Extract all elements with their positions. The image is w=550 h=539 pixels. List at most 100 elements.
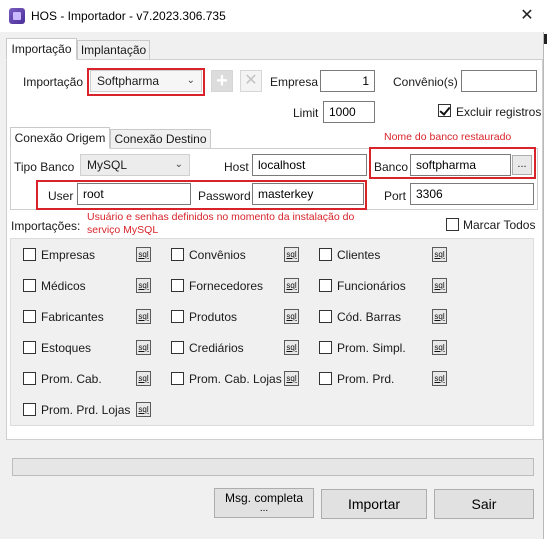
tab-implantacao[interactable]: Implantação (77, 40, 150, 60)
import-progress-bar (12, 458, 534, 476)
importacao-item-checkbox[interactable] (171, 248, 184, 261)
importacao-label: Importação (23, 75, 84, 89)
importacao-item-checkbox[interactable] (171, 372, 184, 385)
importacao-item-label: Cód. Barras (337, 310, 402, 324)
add-icon[interactable]: + (211, 70, 233, 92)
sql-icon[interactable]: sql (284, 247, 299, 262)
sql-icon[interactable]: sql (284, 278, 299, 293)
msg-completa-ellipsis: ... (259, 503, 269, 514)
importacao-item-label: Crediários (189, 341, 244, 355)
importar-button[interactable]: Importar (321, 489, 427, 519)
tipo-banco-label: Tipo Banco (14, 160, 75, 174)
user-label: User (48, 189, 74, 203)
tipo-banco-select[interactable]: MySQL ⌄ (80, 154, 190, 176)
tab-conexao-origem[interactable]: Conexão Origem (10, 127, 110, 149)
sql-icon[interactable]: sql (136, 278, 151, 293)
importacao-item-checkbox[interactable] (319, 279, 332, 292)
user-annotation-line2: serviço MySQL (87, 224, 159, 236)
importacao-item-label: Médicos (41, 279, 86, 293)
importacao-item-label: Produtos (189, 310, 238, 324)
host-field[interactable]: localhost (252, 154, 367, 176)
background-edge-mark (544, 34, 547, 44)
sql-icon[interactable]: sql (284, 340, 299, 355)
host-label: Host (224, 160, 249, 174)
sql-icon[interactable]: sql (136, 309, 151, 324)
marcar-todos-label: Marcar Todos (463, 218, 536, 232)
importacao-item-checkbox[interactable] (171, 310, 184, 323)
importacao-item-checkbox[interactable] (319, 372, 332, 385)
title-bar: HOS - Importador - v7.2023.306.735 ✕ (0, 0, 544, 32)
importacoes-group (10, 238, 534, 426)
user-annotation-line1: Usuário e senhas definidos no momento da… (87, 211, 355, 223)
importacao-item-label: Convênios (189, 248, 246, 262)
sair-button[interactable]: Sair (434, 489, 534, 519)
importacao-item-label: Fabricantes (41, 310, 104, 324)
importacao-item-label: Estoques (41, 341, 92, 355)
sql-icon[interactable]: sql (432, 247, 447, 262)
background-edge (544, 0, 550, 539)
sql-icon[interactable]: sql (432, 371, 447, 386)
convenio-label: Convênio(s) (393, 75, 458, 89)
importacao-item-checkbox[interactable] (171, 341, 184, 354)
msg-completa-button[interactable]: Msg. completa ... (214, 488, 314, 518)
banco-label: Banco (374, 160, 409, 174)
limit-label: Limit (293, 106, 319, 120)
importacao-item-label: Empresas (41, 248, 96, 262)
importer-window: HOS - Importador - v7.2023.306.735 ✕ Imp… (0, 0, 544, 539)
sql-icon[interactable]: sql (136, 247, 151, 262)
chevron-down-icon: ⌄ (174, 159, 183, 170)
excluir-registros-label: Excluir registros (456, 105, 542, 119)
importacao-item-label: Prom. Cab. (41, 372, 102, 386)
sql-icon[interactable]: sql (136, 340, 151, 355)
empresa-label: Empresa (270, 75, 319, 89)
convenio-field[interactable] (461, 70, 537, 92)
sql-icon[interactable]: sql (432, 309, 447, 324)
importacao-item-label: Funcionários (337, 279, 406, 293)
tipo-banco-value: MySQL (87, 158, 128, 172)
sql-icon[interactable]: sql (284, 309, 299, 324)
importacao-item-checkbox[interactable] (23, 372, 36, 385)
excluir-registros-checkbox[interactable] (438, 104, 451, 117)
importacao-item-checkbox[interactable] (23, 341, 36, 354)
importacao-item-label: Prom. Cab. Lojas (189, 372, 282, 386)
limit-field[interactable]: 1000 (323, 101, 375, 123)
importacao-item-label: Prom. Prd. Lojas (41, 403, 131, 417)
password-field[interactable]: masterkey (252, 183, 364, 205)
password-label: Password (198, 189, 251, 203)
importacao-item-checkbox[interactable] (319, 248, 332, 261)
importacao-item-checkbox[interactable] (23, 403, 36, 416)
empresa-field[interactable]: 1 (320, 70, 375, 92)
remove-icon[interactable]: ✕ (240, 70, 262, 92)
chevron-down-icon: ⌄ (186, 75, 195, 86)
sql-icon[interactable]: sql (284, 371, 299, 386)
importacoes-label: Importações: (11, 219, 81, 233)
importacao-item-checkbox[interactable] (319, 310, 332, 323)
importacao-item-label: Fornecedores (189, 279, 264, 293)
importacao-item-label: Prom. Prd. (337, 372, 395, 386)
sql-icon[interactable]: sql (136, 402, 151, 417)
app-icon (9, 8, 25, 24)
importacao-item-checkbox[interactable] (23, 279, 36, 292)
banco-annotation: Nome do banco restaurado (384, 131, 512, 143)
importacao-item-checkbox[interactable] (319, 341, 332, 354)
user-field[interactable]: root (77, 183, 191, 205)
window-title: HOS - Importador - v7.2023.306.735 (31, 9, 226, 23)
port-field[interactable]: 3306 (410, 183, 534, 205)
importacao-item-checkbox[interactable] (171, 279, 184, 292)
close-icon[interactable]: ✕ (517, 6, 537, 26)
sql-icon[interactable]: sql (432, 340, 447, 355)
importacao-item-checkbox[interactable] (23, 248, 36, 261)
importacao-item-label: Clientes (337, 248, 381, 262)
tab-importacao[interactable]: Importação (6, 38, 77, 60)
browse-banco-button[interactable]: ... (512, 155, 532, 175)
importacao-select[interactable]: Softpharma ⌄ (90, 70, 202, 92)
importacao-select-value: Softpharma (97, 74, 160, 88)
sql-icon[interactable]: sql (136, 371, 151, 386)
port-label: Port (384, 189, 407, 203)
importacao-item-checkbox[interactable] (23, 310, 36, 323)
tab-conexao-destino[interactable]: Conexão Destino (110, 129, 211, 149)
importacao-item-label: Prom. Simpl. (337, 341, 406, 355)
banco-field[interactable]: softpharma (410, 154, 511, 176)
sql-icon[interactable]: sql (432, 278, 447, 293)
marcar-todos-checkbox[interactable] (446, 218, 459, 231)
